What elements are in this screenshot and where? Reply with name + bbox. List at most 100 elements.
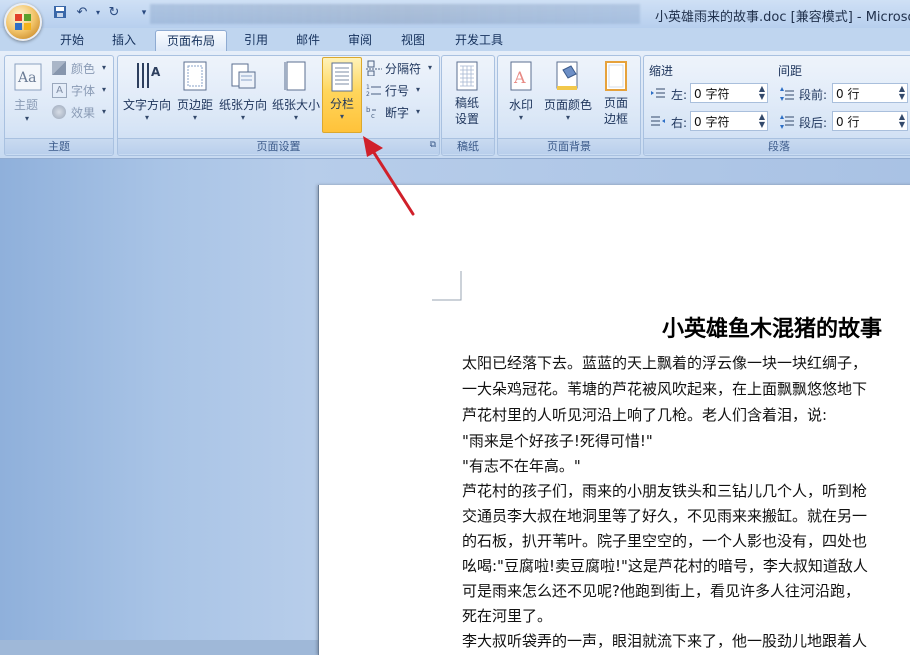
chevron-down-icon: ▾ <box>102 85 107 94</box>
doc-line: 太阳已经落下去。蓝蓝的天上飘着的浮云像一块一块红绸子， <box>462 354 868 372</box>
spacing-after-label: 段后: <box>799 116 828 130</box>
indent-right-input[interactable]: 0 字符 ▲ ▼ <box>690 111 768 131</box>
page-borders-button[interactable]: 页面 边框 <box>597 58 635 132</box>
undo-icon[interactable]: ↶ <box>74 5 90 21</box>
theme-fonts-icon: A <box>52 83 67 98</box>
themes-button[interactable]: Aa 主题 ▾ <box>10 58 46 128</box>
undo-dropdown-icon[interactable]: ▾ <box>90 5 106 21</box>
chevron-down-icon: ▾ <box>293 113 298 122</box>
orientation-label: 纸张方向 <box>218 98 267 112</box>
doc-line: 死在河里了。 <box>462 607 553 625</box>
page-background-group-label: 页面背景 <box>498 138 640 154</box>
breaks-label: 分隔符 <box>385 62 422 76</box>
doc-line: 一大朵鸡冠花。苇塘的芦花被风吹起来，在上面飘飘悠悠地下 <box>462 380 868 398</box>
spacing-before-icon <box>780 86 794 101</box>
text-direction-label: 文字方向 <box>122 98 171 112</box>
columns-button[interactable]: 分栏 ▾ <box>322 57 362 133</box>
spinner-arrows-icon[interactable]: ▲ ▼ <box>759 85 765 101</box>
svg-text:1: 1 <box>366 84 370 91</box>
manuscript-settings-label-2: 设置 <box>454 112 479 126</box>
size-button[interactable]: 纸张大小 ▾ <box>270 58 322 132</box>
spacing-after-input[interactable]: 0 行 ▲ ▼ <box>832 111 908 131</box>
theme-effects-button[interactable]: 效果 ▾ <box>52 103 110 121</box>
theme-colors-icon <box>52 61 66 75</box>
chevron-down-icon: ▾ <box>339 112 344 121</box>
themes-button-label: 主题 <box>14 98 39 112</box>
themes-group-label: 主题 <box>5 138 113 154</box>
text-direction-icon: A <box>137 63 161 88</box>
spacing-after-value: 0 行 <box>836 115 860 129</box>
watermark-icon: A <box>510 61 532 91</box>
hyphenation-button[interactable]: b c 断字 ▾ <box>366 103 426 121</box>
chevron-down-icon: ▾ <box>144 113 149 122</box>
window-title: 小英雄雨来的故事.doc [兼容模式] - Microsoft <box>655 10 910 25</box>
tab-insert[interactable]: 插入 <box>104 30 144 50</box>
redo-icon[interactable]: ↻ <box>106 5 122 21</box>
paragraph-group-label: 段落 <box>644 138 910 154</box>
save-icon[interactable] <box>52 5 68 21</box>
indent-right-label: 右: <box>671 116 688 130</box>
size-label: 纸张大小 <box>271 98 320 112</box>
doc-line: "雨来是个好孩子!死得可惜!" <box>462 432 653 450</box>
watermark-button[interactable]: A 水印 ▾ <box>501 58 541 132</box>
page-borders-label-2: 边框 <box>603 112 628 126</box>
svg-text:Aa: Aa <box>17 70 36 86</box>
line-numbers-button[interactable]: 1 2 行号 ▾ <box>366 81 426 99</box>
chevron-down-icon: ▾ <box>416 107 421 116</box>
spinner-arrows-icon[interactable]: ▲ ▼ <box>899 85 905 101</box>
doc-line: 芦花村的孩子们，雨来的小朋友铁头和三钻儿几个人，听到枪 <box>462 482 868 500</box>
margins-button[interactable]: 页边距 ▾ <box>175 58 215 132</box>
document-title: 小英雄鱼木混猪的故事 <box>662 317 883 342</box>
manuscript-settings-label-1: 稿纸 <box>454 96 479 110</box>
margins-label: 页边距 <box>176 98 213 112</box>
theme-colors-button[interactable]: 颜色 ▾ <box>52 59 110 77</box>
hyphenation-label: 断字 <box>385 106 410 120</box>
chevron-down-icon: ▾ <box>240 113 245 122</box>
indent-left-label: 左: <box>671 88 688 102</box>
indent-left-value: 0 字符 <box>694 87 730 101</box>
tab-review[interactable]: 审阅 <box>340 30 380 50</box>
paint-bucket-icon <box>556 61 578 90</box>
tab-references[interactable]: 引用 <box>236 30 276 50</box>
spacing-header: 间距 <box>778 64 803 78</box>
text-direction-button[interactable]: A 文字方向 ▾ <box>121 58 173 132</box>
theme-fonts-button[interactable]: A 字体 ▾ <box>52 81 110 99</box>
theme-effects-label: 效果 <box>71 106 96 120</box>
svg-text:A: A <box>151 65 161 79</box>
customize-qat-icon[interactable]: ▾ <box>136 5 152 21</box>
breaks-button[interactable]: 分隔符 ▾ <box>366 59 436 77</box>
office-button[interactable] <box>4 3 42 41</box>
columns-icon <box>331 62 353 92</box>
chevron-down-icon: ▾ <box>565 113 570 122</box>
themes-icon: Aa <box>14 63 42 91</box>
office-logo-icon <box>15 14 31 30</box>
hyphenation-icon: b c <box>366 106 376 120</box>
page-borders-icon <box>605 61 627 91</box>
line-numbers-label: 行号 <box>385 84 410 98</box>
chevron-down-icon: ▾ <box>25 114 30 123</box>
manuscript-group-label: 稿纸 <box>442 138 494 154</box>
tab-view[interactable]: 视图 <box>393 30 433 50</box>
doc-line: 芦花村里的人听见河沿上响了几枪。老人们含着泪，说: <box>462 406 828 424</box>
spinner-arrows-icon[interactable]: ▲ ▼ <box>759 113 765 129</box>
indent-right-value: 0 字符 <box>694 115 730 129</box>
manuscript-settings-button[interactable]: 稿纸 设置 <box>444 58 490 132</box>
indent-left-input[interactable]: 0 字符 ▲ ▼ <box>690 83 768 103</box>
spacing-before-label: 段前: <box>799 88 828 102</box>
tab-mailings[interactable]: 邮件 <box>288 30 328 50</box>
breaks-icon <box>366 60 382 76</box>
tab-home[interactable]: 开始 <box>52 30 92 50</box>
orientation-icon <box>231 63 256 89</box>
svg-text:c: c <box>371 112 375 120</box>
spacing-before-input[interactable]: 0 行 ▲ ▼ <box>832 83 908 103</box>
indent-header: 缩进 <box>649 64 674 78</box>
tab-developer[interactable]: 开发工具 <box>447 30 511 50</box>
orientation-button[interactable]: 纸张方向 ▾ <box>217 58 269 132</box>
svg-text:2: 2 <box>366 91 370 98</box>
spinner-arrows-icon[interactable]: ▲ ▼ <box>899 113 905 129</box>
doc-line: 可是雨来怎么还不见呢?他跑到街上，看见许多人往河沿跑， <box>462 582 860 600</box>
tab-page-layout[interactable]: 页面布局 <box>155 30 227 51</box>
chevron-down-icon: ▾ <box>428 63 433 72</box>
dialog-launcher-icon[interactable]: ⧉ <box>430 140 436 150</box>
page-color-button[interactable]: 页面颜色 ▾ <box>542 58 594 132</box>
